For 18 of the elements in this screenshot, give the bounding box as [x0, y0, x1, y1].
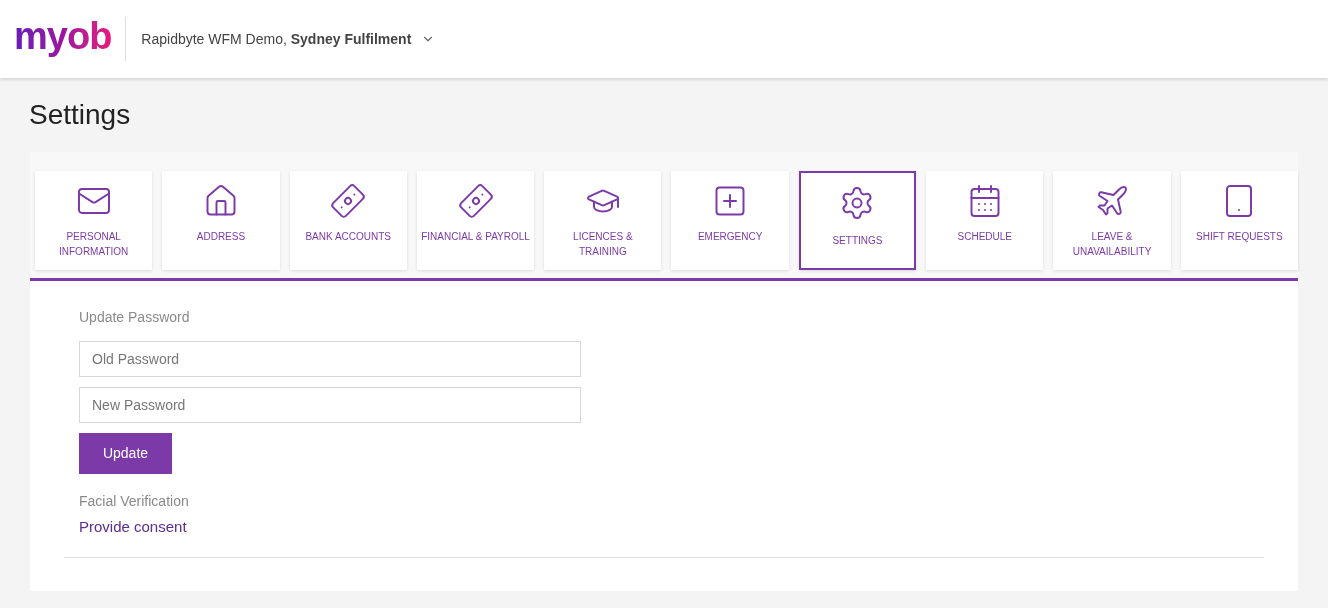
section-heading: Update Password [79, 308, 191, 327]
update-button[interactable]: Update [79, 433, 172, 474]
profile-tab[interactable]: LEAVE & UNAVAILABILITY [1053, 171, 1171, 270]
profile-tab[interactable]: FINANCIAL & PAYROLL [416, 171, 535, 270]
section-heading: Facial Verification [79, 492, 190, 511]
old-password-field[interactable]: Old Password [79, 341, 581, 377]
business-selector[interactable]: Rapidbyte WFM Demo, Sydney Fulfilment [141, 28, 436, 50]
profile-tab[interactable]: BANK ACCOUNTS [289, 171, 407, 270]
profile-tab[interactable]: LICENCES & TRAINING [544, 171, 662, 270]
new-password-field[interactable]: New Password [79, 387, 581, 423]
page-title: Settings [29, 98, 131, 132]
profile-tab[interactable]: SETTINGS [798, 171, 917, 270]
profile-tab[interactable]: ADDRESS [162, 171, 280, 270]
profile-tab[interactable]: EMERGENCY [671, 171, 789, 270]
profile-tab[interactable]: SCHEDULE [926, 171, 1044, 270]
consent-link[interactable]: Provide consent [79, 516, 187, 539]
profile-tab[interactable]: SHIFT REQUESTS [1180, 171, 1298, 270]
profile-tab[interactable]: PERSONAL INFORMATION [35, 171, 153, 270]
